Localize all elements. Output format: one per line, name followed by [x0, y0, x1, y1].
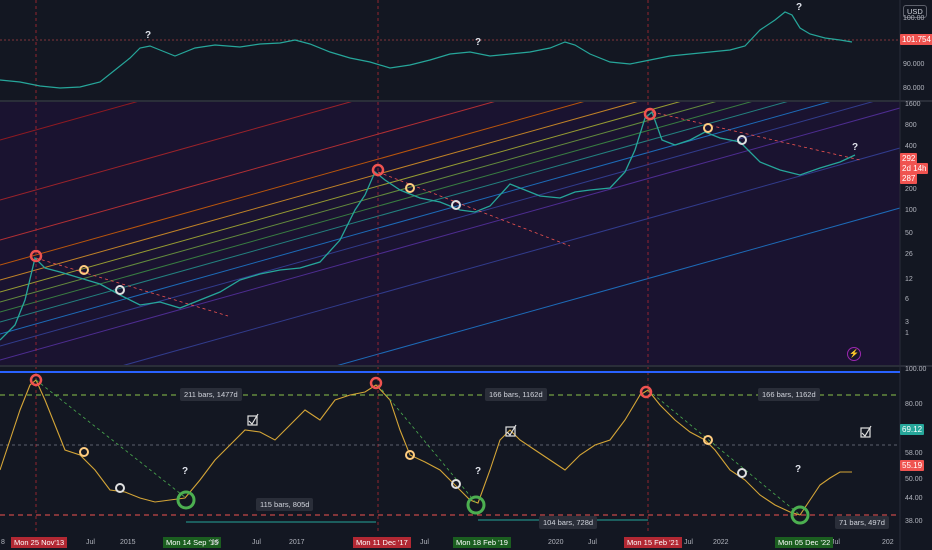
bars-label-5: 104 bars, 728d [539, 516, 598, 529]
x-label-7: Jul [588, 539, 597, 546]
lightning-icon[interactable]: ⚡ [847, 347, 861, 361]
bot-value-red: 55.19 [900, 460, 925, 471]
bot-tick-7: 38.00 [905, 518, 923, 525]
mid-tick-8: 6 [905, 296, 909, 303]
bot-tick-6: 44.00 [905, 495, 923, 502]
mid-tick-4: 100 [905, 207, 917, 214]
mid-tick-0: 1600 [905, 101, 921, 108]
x-label-9: Jul [684, 539, 693, 546]
date-tag-5: Mon 18 Feb '19 [453, 537, 511, 548]
date-tag-1: Mon 25 Nov'13 [11, 537, 68, 548]
top-tick-1: 90.000 [903, 61, 925, 68]
mid-tick-3: 200 [905, 186, 917, 193]
top-question-2: ? [475, 37, 482, 48]
bot-value-green: 69.12 [900, 424, 925, 435]
x-label-3: Jul [252, 539, 261, 546]
top-question-1: ? [145, 30, 152, 41]
chart-canvas[interactable] [0, 0, 932, 550]
mid-question: ? [852, 142, 859, 153]
bot-tick-0: 100.00 [905, 366, 927, 373]
bars-label-1: 211 bars, 1477d [180, 388, 242, 401]
x-label-8: 2022 [713, 539, 729, 546]
bot-question-1: ? [182, 466, 189, 477]
x-label-5: Jul [420, 539, 429, 546]
date-tag-3: '16 [210, 539, 220, 546]
top-last-price: 101.754 [900, 34, 932, 45]
mid-tick-9: 3 [905, 319, 909, 326]
top-panel-bg [0, 0, 900, 100]
mid-tick-5: 50 [905, 230, 913, 237]
bot-tick-3: 58.00 [905, 450, 923, 457]
x-label-6: 2020 [548, 539, 564, 546]
mid-tick-1: 800 [905, 122, 917, 129]
mid-tick-7: 12 [905, 276, 913, 283]
x-label-2: 2015 [120, 539, 136, 546]
bot-tick-1: 80.00 [905, 401, 923, 408]
mid-price-bottom: 287 [900, 173, 918, 184]
top-tick-2: 80.000 [903, 85, 925, 92]
mid-tick-6: 26 [905, 251, 913, 258]
date-tag-7: Mon 05 Dec '22 [775, 537, 834, 548]
bot-tick-5: 50.00 [905, 476, 923, 483]
x-label-0: 8 [1, 539, 5, 546]
chart-root: USD 101.754 100.00 90.000 80.000 ? ? ? 1… [0, 0, 932, 550]
bars-label-6: 71 bars, 497d [835, 516, 889, 529]
bars-label-2: 166 bars, 1162d [485, 388, 547, 401]
date-tag-4: Mon 11 Dec '17 [353, 537, 411, 548]
top-question-3: ? [796, 2, 803, 13]
mid-tick-10: 1 [905, 330, 909, 337]
bars-label-3: 166 bars, 1162d [758, 388, 820, 401]
x-label-1: Jul [86, 539, 95, 546]
x-label-11: 202 [882, 539, 894, 546]
bot-question-3: ? [795, 464, 802, 475]
bars-label-4: 115 bars, 805d [256, 498, 314, 511]
mid-tick-2: 400 [905, 143, 917, 150]
date-tag-6: Mon 15 Feb '21 [624, 537, 682, 548]
x-label-4: 2017 [289, 539, 305, 546]
top-tick-0: 100.00 [903, 15, 925, 22]
bot-question-2: ? [475, 466, 482, 477]
